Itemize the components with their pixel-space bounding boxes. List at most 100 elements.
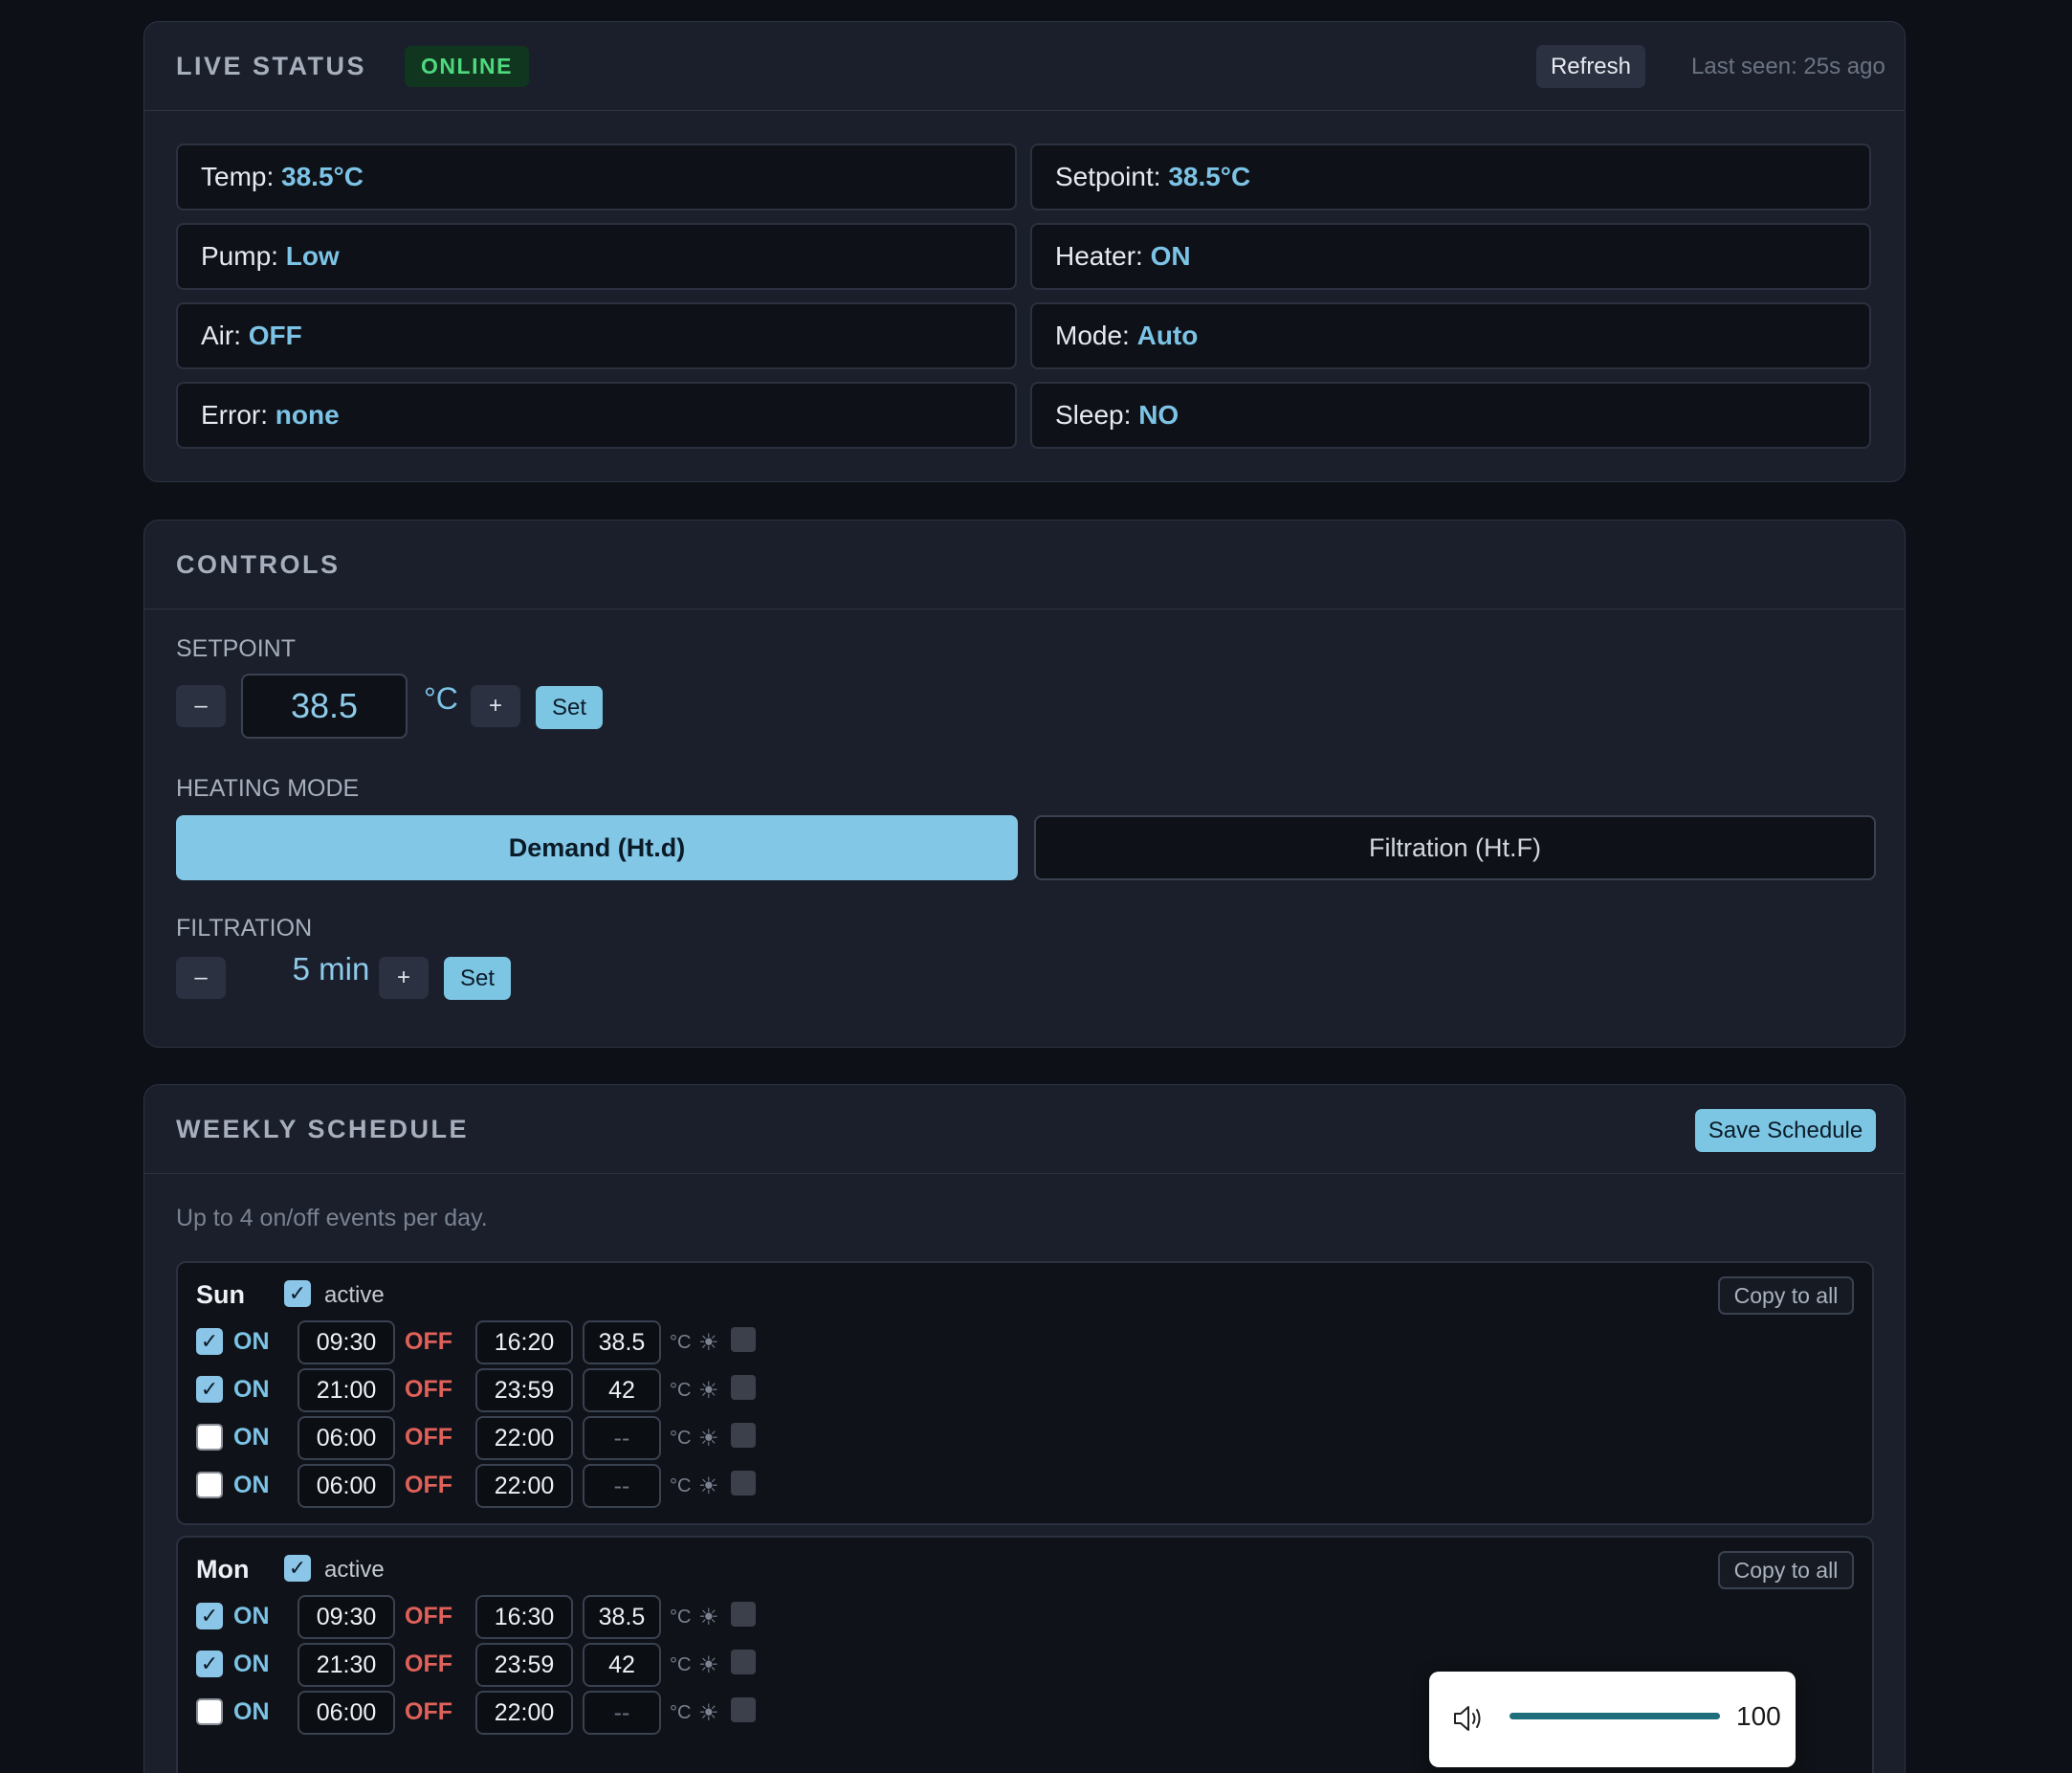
active-label: active (324, 1282, 385, 1308)
status-value: 38.5°C (1168, 162, 1251, 191)
on-time-input[interactable]: 06:00 (298, 1464, 395, 1508)
event-temp-unit: °C (670, 1332, 692, 1353)
controls-title: CONTROLS (176, 549, 341, 579)
off-time-input[interactable]: 23:59 (475, 1368, 573, 1412)
event-enabled-checkbox[interactable] (196, 1424, 223, 1451)
filtration-set-button[interactable]: Set (444, 957, 511, 1000)
status-label: Temp: (201, 162, 275, 191)
event-temp-input[interactable]: -- (583, 1691, 661, 1735)
mode-filtration-button[interactable]: Filtration (Ht.F) (1034, 815, 1876, 880)
on-time-input[interactable]: 09:30 (298, 1320, 395, 1364)
event-temp-unit: °C (670, 1654, 692, 1675)
event-temp-input[interactable]: 38.5 (583, 1320, 661, 1364)
heating-mode-label: HEATING MODE (176, 775, 360, 802)
sun-icon: ☀ (698, 1652, 719, 1678)
on-label: ON (233, 1328, 270, 1355)
event-option-checkbox[interactable] (731, 1471, 756, 1496)
event-enabled-checkbox[interactable] (196, 1472, 223, 1498)
status-sleep: Sleep: NO (1030, 382, 1871, 449)
off-time-input[interactable]: 16:30 (475, 1595, 573, 1639)
off-label: OFF (405, 1603, 452, 1629)
event-temp-input[interactable]: -- (583, 1416, 661, 1460)
event-option-checkbox[interactable] (731, 1602, 756, 1627)
online-badge: ONLINE (405, 45, 529, 87)
on-time-input[interactable]: 21:30 (298, 1643, 395, 1687)
day-sunday: Sun ✓ active Copy to all ✓ ON 09:30 OFF … (176, 1261, 1874, 1525)
off-time-input[interactable]: 22:00 (475, 1464, 573, 1508)
setpoint-input[interactable]: 38.5 (241, 674, 408, 739)
status-value: 38.5°C (281, 162, 364, 191)
setpoint-unit: °C (424, 681, 458, 716)
event-option-checkbox[interactable] (731, 1697, 756, 1722)
event-enabled-checkbox[interactable]: ✓ (196, 1603, 223, 1629)
on-time-input[interactable]: 06:00 (298, 1691, 395, 1735)
day-name: Sun (196, 1280, 245, 1309)
off-time-input[interactable]: 16:20 (475, 1320, 573, 1364)
event-option-checkbox[interactable] (731, 1327, 756, 1352)
off-label: OFF (405, 1328, 452, 1355)
refresh-button[interactable]: Refresh (1536, 45, 1645, 88)
event-temp-unit: °C (670, 1475, 692, 1496)
setpoint-label: SETPOINT (176, 635, 297, 662)
on-label: ON (233, 1651, 270, 1677)
status-label: Heater: (1055, 241, 1143, 271)
on-time-input[interactable]: 06:00 (298, 1416, 395, 1460)
event-temp-input[interactable]: -- (583, 1464, 661, 1508)
event-enabled-checkbox[interactable]: ✓ (196, 1328, 223, 1355)
on-label: ON (233, 1472, 270, 1498)
event-option-checkbox[interactable] (731, 1423, 756, 1448)
copy-to-all-button[interactable]: Copy to all (1718, 1551, 1854, 1589)
event-temp-input[interactable]: 42 (583, 1368, 661, 1412)
volume-slider-fill (1510, 1713, 1720, 1719)
last-seen-text: Last seen: 25s ago (1691, 54, 1885, 79)
off-time-input[interactable]: 22:00 (475, 1416, 573, 1460)
status-error: Error: none (176, 382, 1017, 449)
status-air: Air: OFF (176, 302, 1017, 369)
schedule-header: WEEKLY SCHEDULE Save Schedule (144, 1085, 1905, 1174)
event-enabled-checkbox[interactable]: ✓ (196, 1376, 223, 1403)
save-schedule-button[interactable]: Save Schedule (1695, 1109, 1876, 1152)
day-active-checkbox[interactable]: ✓ (284, 1280, 311, 1307)
event-temp-input[interactable]: 42 (583, 1643, 661, 1687)
mode-demand-button[interactable]: Demand (Ht.d) (176, 815, 1018, 880)
status-mode: Mode: Auto (1030, 302, 1871, 369)
on-label: ON (233, 1603, 270, 1629)
off-time-input[interactable]: 23:59 (475, 1643, 573, 1687)
event-option-checkbox[interactable] (731, 1650, 756, 1674)
setpoint-decrease-button[interactable]: – (176, 685, 226, 727)
on-time-input[interactable]: 09:30 (298, 1595, 395, 1639)
day-active-checkbox[interactable]: ✓ (284, 1555, 311, 1582)
schedule-event-row: ✓ ON 09:30 OFF 16:30 38.5 °C ☀ (178, 1595, 1135, 1639)
volume-slider[interactable] (1510, 1713, 1720, 1719)
schedule-event-row: ON 06:00 OFF 22:00 -- °C ☀ (178, 1691, 1135, 1735)
event-temp-input[interactable]: 38.5 (583, 1595, 661, 1639)
active-label: active (324, 1557, 385, 1583)
off-time-input[interactable]: 22:00 (475, 1691, 573, 1735)
event-temp-unit: °C (670, 1607, 692, 1628)
status-value: ON (1150, 241, 1191, 271)
event-enabled-checkbox[interactable] (196, 1698, 223, 1725)
sun-icon: ☀ (698, 1378, 719, 1404)
sun-icon: ☀ (698, 1700, 719, 1726)
speaker-icon[interactable] (1452, 1704, 1487, 1733)
status-value: Low (285, 241, 340, 271)
setpoint-increase-button[interactable]: + (471, 685, 520, 727)
filtration-decrease-button[interactable]: – (176, 957, 226, 999)
event-option-checkbox[interactable] (731, 1375, 756, 1400)
copy-to-all-button[interactable]: Copy to all (1718, 1276, 1854, 1315)
filtration-increase-button[interactable]: + (379, 957, 429, 999)
status-label: Sleep: (1055, 400, 1132, 430)
on-time-input[interactable]: 21:00 (298, 1368, 395, 1412)
setpoint-set-button[interactable]: Set (536, 686, 603, 729)
on-label: ON (233, 1424, 270, 1451)
event-temp-unit: °C (670, 1380, 692, 1401)
event-temp-unit: °C (670, 1428, 692, 1449)
event-enabled-checkbox[interactable]: ✓ (196, 1651, 223, 1677)
schedule-note: Up to 4 on/off events per day. (176, 1205, 488, 1231)
status-value: Auto (1136, 321, 1199, 350)
status-heater: Heater: ON (1030, 223, 1871, 290)
status-pump: Pump: Low (176, 223, 1017, 290)
sun-icon: ☀ (698, 1474, 719, 1499)
sun-icon: ☀ (698, 1605, 719, 1630)
status-label: Setpoint: (1055, 162, 1161, 191)
